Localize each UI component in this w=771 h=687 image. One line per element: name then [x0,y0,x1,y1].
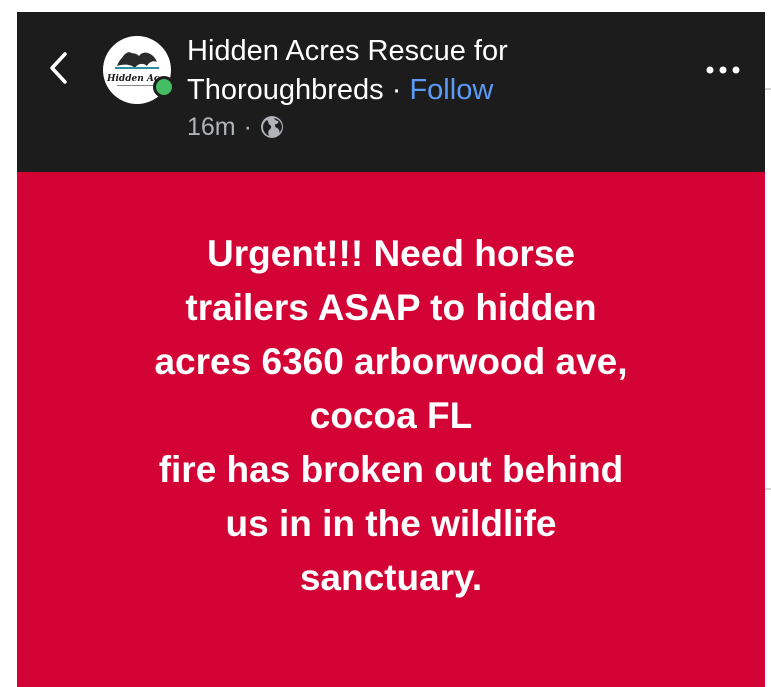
post-author-line: Hidden Acres Rescue for Thoroughbreds · … [187,32,707,110]
post-body-text: Urgent!!! Need horse trailers ASAP to hi… [154,232,628,598]
avatar-text: Hidden Ac [106,74,160,84]
post-header: Hidden Ac Hidden Acres Rescue for Thorou… [17,12,765,172]
post-timestamp[interactable]: 16m [187,112,236,142]
follow-button[interactable]: Follow [409,74,493,106]
chevron-left-icon [50,52,67,84]
meta-separator: · [243,113,252,141]
post-background: Urgent!!! Need horse trailers ASAP to hi… [17,172,765,687]
post-meta: 16m · [187,112,284,142]
back-button[interactable] [43,46,73,90]
edge-divider [765,88,771,90]
edge-divider [765,488,771,490]
globe-icon[interactable] [260,115,284,139]
online-status-dot [153,76,175,98]
more-horizontal-icon [706,66,740,74]
page-avatar-button[interactable]: Hidden Ac [103,36,175,104]
follow-separator: · [383,74,410,106]
more-options-button[interactable] [703,60,743,80]
post-frame: Hidden Ac Hidden Acres Rescue for Thorou… [17,12,765,687]
